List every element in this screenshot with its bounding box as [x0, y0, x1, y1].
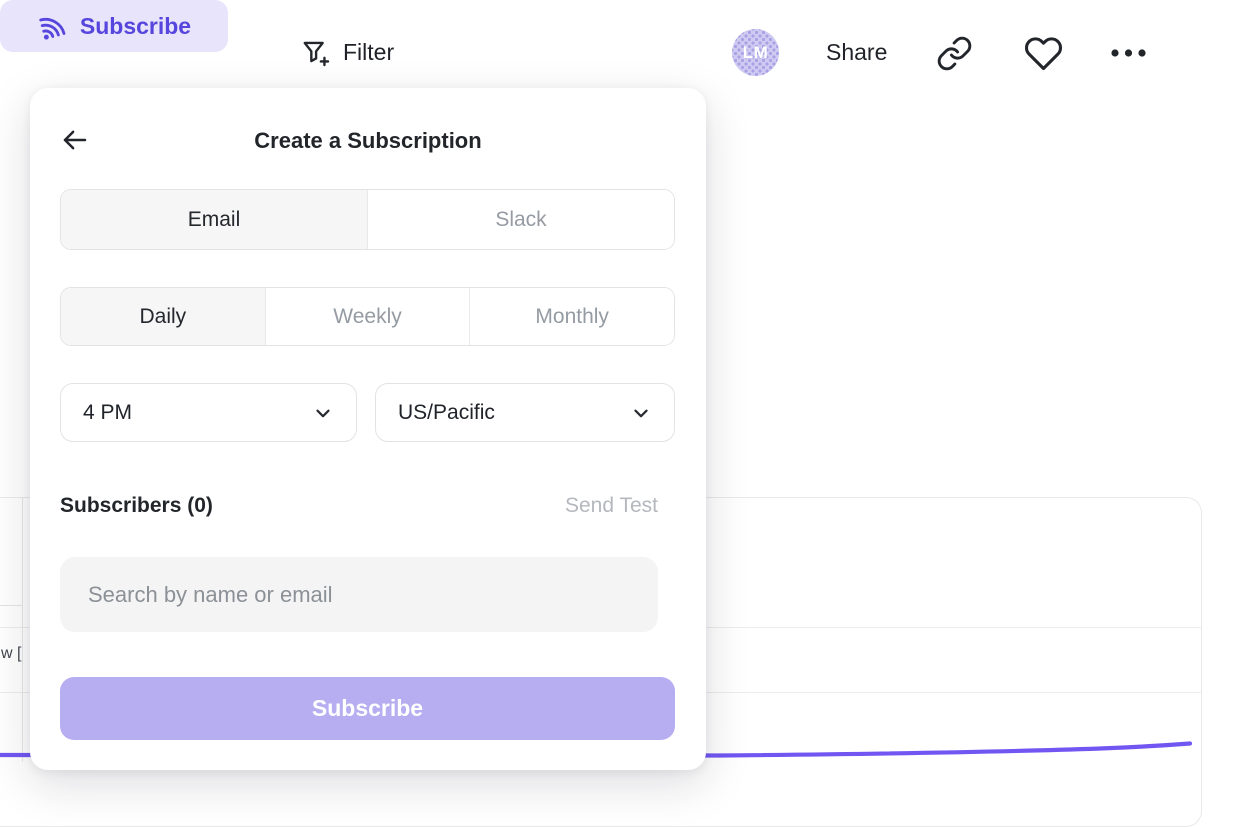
- avatar[interactable]: LM: [732, 29, 779, 76]
- subscribers-count-label: Subscribers (0): [60, 494, 213, 518]
- timezone-select[interactable]: US/Pacific: [375, 383, 675, 442]
- rss-icon: [37, 11, 68, 42]
- create-subscription-modal: Create a Subscription Email Slack Daily …: [30, 88, 706, 770]
- send-test-button[interactable]: Send Test: [565, 494, 658, 518]
- more-options-button[interactable]: [1108, 42, 1148, 64]
- frequency-tab-group: Daily Weekly Monthly: [60, 287, 675, 346]
- link-icon: [936, 35, 973, 72]
- filter-label: Filter: [343, 39, 394, 66]
- filter-button[interactable]: Filter: [300, 31, 394, 73]
- subscribe-submit-button[interactable]: Subscribe: [60, 677, 675, 740]
- tab-email[interactable]: Email: [61, 190, 367, 249]
- share-label: Share: [826, 39, 887, 66]
- filter-plus-icon: [300, 37, 331, 68]
- background-clipped-text: w [: [1, 645, 21, 663]
- heart-icon: [1024, 34, 1063, 73]
- subscriber-search-input[interactable]: [60, 557, 658, 632]
- subscribe-toolbar-button[interactable]: Subscribe: [0, 0, 228, 52]
- chevron-down-icon: [312, 402, 334, 424]
- timezone-select-value: US/Pacific: [398, 401, 495, 425]
- time-select-value: 4 PM: [83, 401, 132, 425]
- ellipsis-icon: [1110, 48, 1147, 58]
- subscribe-label: Subscribe: [80, 13, 191, 40]
- chevron-down-icon: [630, 402, 652, 424]
- copy-link-button[interactable]: [934, 33, 974, 73]
- background-table-border: [22, 498, 23, 762]
- subscribers-row: Subscribers (0) Send Test: [60, 490, 658, 522]
- channel-tab-group: Email Slack: [60, 189, 675, 250]
- tab-monthly[interactable]: Monthly: [469, 288, 674, 345]
- tab-daily[interactable]: Daily: [61, 288, 265, 345]
- time-select[interactable]: 4 PM: [60, 383, 357, 442]
- favorite-button[interactable]: [1022, 32, 1064, 74]
- tab-slack[interactable]: Slack: [367, 190, 674, 249]
- avatar-initials: LM: [743, 43, 769, 63]
- background-table-divider: [0, 605, 22, 606]
- modal-title: Create a Subscription: [30, 128, 706, 154]
- share-button[interactable]: Share: [826, 31, 887, 73]
- tab-weekly[interactable]: Weekly: [265, 288, 470, 345]
